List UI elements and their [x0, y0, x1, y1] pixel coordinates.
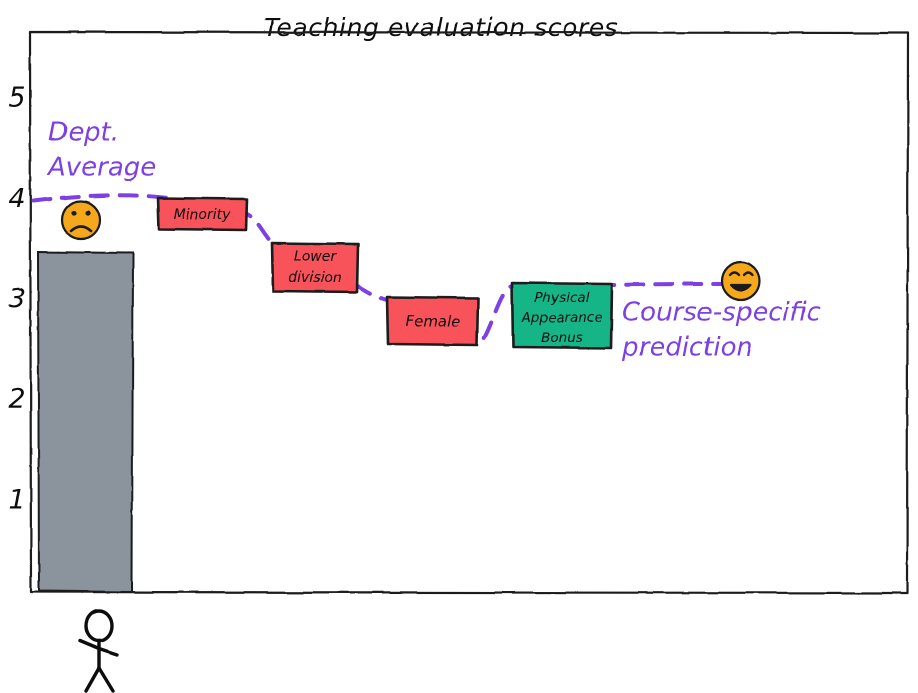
- step-box-physical-appearance-bonus: Physical Appearance Bonus: [510, 281, 614, 350]
- sad-face-icon: [60, 199, 102, 241]
- dept-average-label-line1: Dept.: [48, 118, 119, 148]
- chart-title: Teaching evaluation scores: [264, 13, 619, 42]
- y-tick-4: 4: [8, 184, 25, 215]
- background: [0, 0, 918, 693]
- step-box-lower-division: Lower division: [270, 241, 360, 294]
- chart-canvas: Teaching evaluation scores 5 4 3 2 1 Min…: [0, 0, 918, 693]
- happy-face-icon: [720, 260, 762, 302]
- step-label-bonus-line1: Physical: [535, 290, 590, 306]
- step-box-female: Female: [385, 295, 480, 347]
- step-label-bonus-line3: Bonus: [541, 330, 583, 346]
- y-tick-5: 5: [8, 83, 25, 114]
- step-label-bonus-line2: Appearance: [520, 310, 602, 326]
- y-tick-1: 1: [8, 485, 25, 516]
- step-box-minority: Minority: [156, 196, 249, 232]
- course-prediction-label-line2: prediction: [621, 333, 753, 363]
- course-prediction-label-line1: Course-specific: [622, 298, 821, 328]
- y-tick-2: 2: [8, 384, 25, 415]
- dept-average-bar: [36, 250, 135, 594]
- chart-title-text: Teaching evaluation scores: [264, 13, 619, 42]
- step-label-female: Female: [405, 313, 460, 331]
- step-label-lower-division-line1: Lower: [294, 249, 337, 265]
- teaching-evaluation-waterfall-chart: Teaching evaluation scores 5 4 3 2 1 Min…: [0, 0, 918, 693]
- step-label-minority: Minority: [174, 207, 232, 223]
- y-tick-3: 3: [8, 284, 25, 315]
- dept-average-label-line2: Average: [46, 153, 156, 183]
- step-label-lower-division-line2: division: [288, 270, 342, 286]
